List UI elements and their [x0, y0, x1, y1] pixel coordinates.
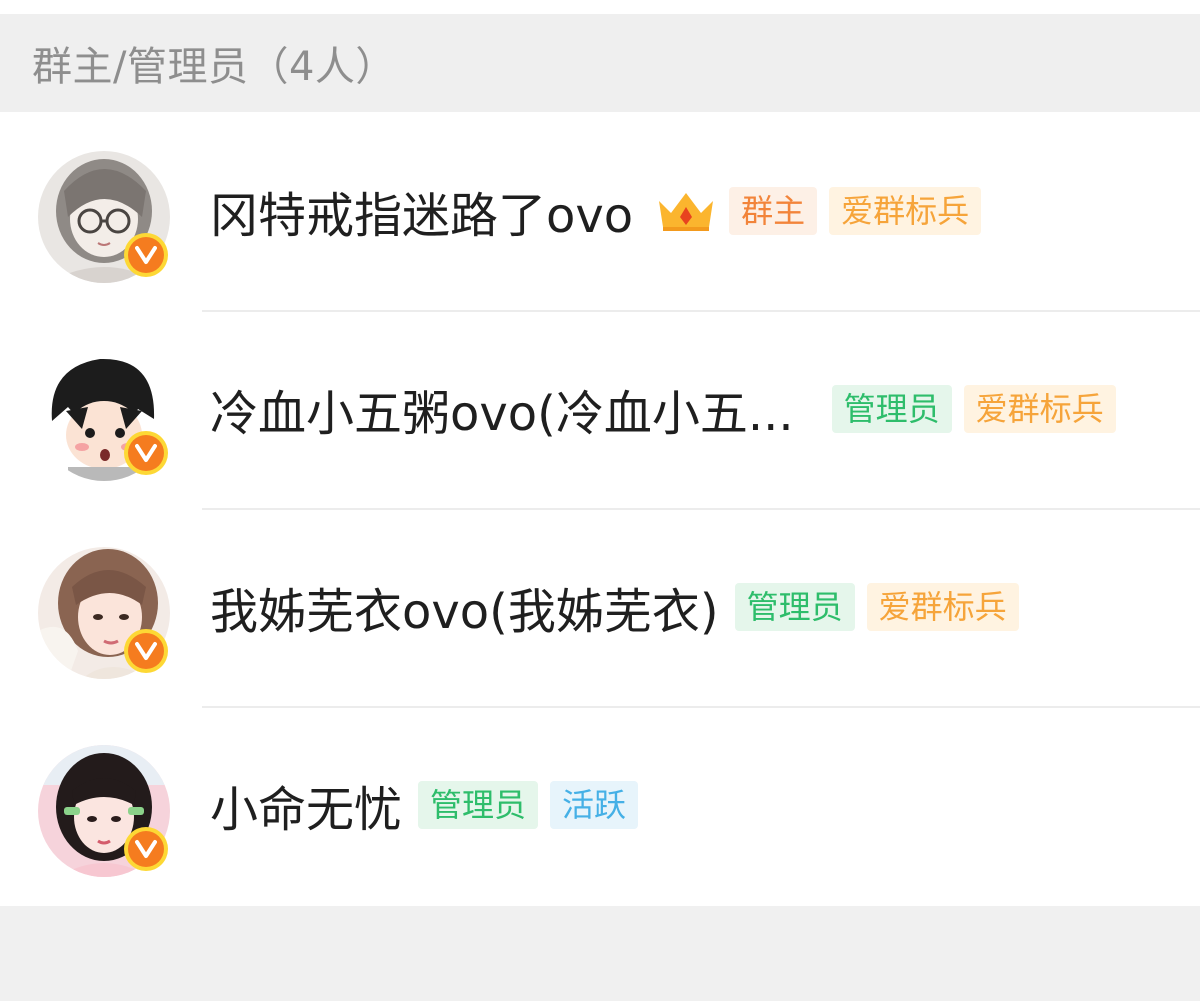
v-verified-icon [128, 435, 164, 471]
crown-icon [655, 191, 717, 231]
member-name[interactable]: 冷血小五粥ovo(冷血小五... [210, 374, 794, 444]
member-info: 我姊芜衣ovo(我姊芜衣) 管理员 爱群标兵 [210, 508, 1019, 706]
section-title: 群主/管理员（4人） [32, 44, 396, 90]
avatar-wrap[interactable] [38, 547, 170, 679]
top-strip [0, 0, 1200, 14]
member-row-admin-1[interactable]: 冷血小五粥ovo(冷血小五... 管理员 爱群标兵 [0, 310, 1200, 508]
avatar-wrap[interactable] [38, 349, 170, 481]
fan-tag: 爱群标兵 [866, 583, 1019, 631]
member-info: 小命无忧 管理员 活跃 [210, 706, 639, 904]
avatar-wrap[interactable] [38, 745, 170, 877]
v-verified-badge [124, 827, 168, 871]
section-header: 群主/管理员（4人） [0, 14, 1200, 112]
member-info: 冈特戒指迷路了ovo 群主 爱群标兵 [210, 112, 982, 310]
member-row-owner[interactable]: 冈特戒指迷路了ovo 群主 爱群标兵 [0, 112, 1200, 310]
member-name[interactable]: 小命无忧 [210, 770, 402, 840]
admin-tag: 管理员 [418, 781, 539, 829]
fan-tag: 爱群标兵 [963, 385, 1116, 433]
admin-tag: 管理员 [831, 385, 952, 433]
member-info: 冷血小五粥ovo(冷血小五... 管理员 爱群标兵 [210, 310, 1116, 508]
admin-tag: 管理员 [734, 583, 855, 631]
member-row-admin-3[interactable]: 小命无忧 管理员 活跃 [0, 706, 1200, 904]
member-name[interactable]: 冈特戒指迷路了ovo [210, 176, 633, 246]
bottom-fill [0, 906, 1200, 1001]
v-verified-badge [124, 233, 168, 277]
v-verified-badge [124, 629, 168, 673]
fan-tag: 爱群标兵 [829, 187, 982, 235]
member-name[interactable]: 我姊芜衣ovo(我姊芜衣) [210, 572, 719, 642]
member-row-admin-2[interactable]: 我姊芜衣ovo(我姊芜衣) 管理员 爱群标兵 [0, 508, 1200, 706]
active-tag: 活跃 [550, 781, 639, 829]
owner-tag: 群主 [729, 187, 818, 235]
avatar-wrap[interactable] [38, 151, 170, 283]
member-list: 冈特戒指迷路了ovo 群主 爱群标兵 冷血小五粥ovo(冷血小五... 管理员 … [0, 112, 1200, 906]
v-verified-icon [128, 633, 164, 669]
v-verified-badge [124, 431, 168, 475]
v-verified-icon [128, 831, 164, 867]
v-verified-icon [128, 237, 164, 273]
